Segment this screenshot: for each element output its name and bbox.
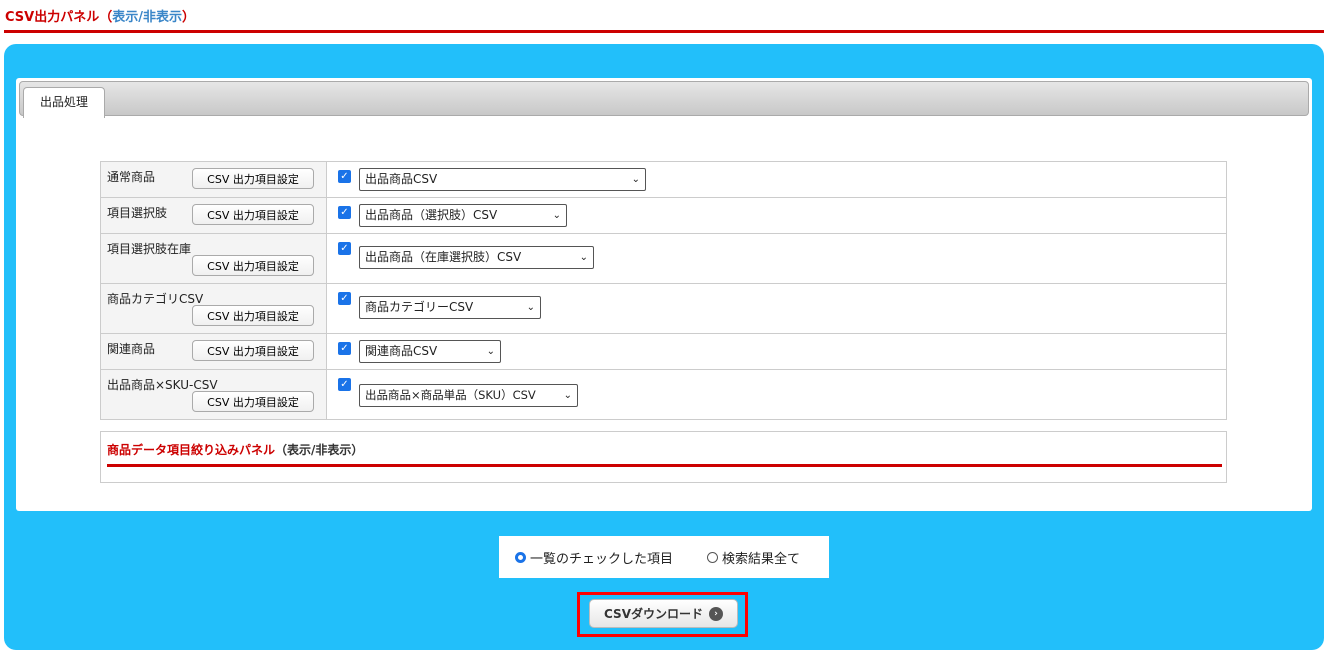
csv-type-select[interactable]: 関連商品CSV ⌄ — [359, 340, 501, 363]
paren: ） — [181, 10, 195, 25]
csv-settings-button[interactable]: CSV 出力項目設定 — [192, 204, 314, 225]
csv-settings-button[interactable]: CSV 出力項目設定 — [192, 168, 314, 189]
select-value: 商品カテゴリーCSV — [365, 300, 474, 314]
checkbox[interactable]: ✓ — [338, 242, 351, 255]
table-row: 通常商品 CSV 出力項目設定 ✓ 出品商品CSV ⌄ — [100, 161, 1227, 198]
radio-unselected-icon[interactable] — [707, 552, 718, 563]
tab-container: 出品処理 通常商品 CSV 出力項目設定 ✓ 出品商品CSV ⌄ 項目選択肢 CSV 出… — [16, 78, 1312, 511]
radio-all-results[interactable]: 検索結果全て — [707, 548, 800, 567]
divider — [4, 30, 1324, 33]
table-row: 出品商品×SKU-CSV CSV 出力項目設定 ✓ 出品商品×商品単品（SKU）CS… — [100, 369, 1227, 420]
title-text: CSV出力パネル — [5, 10, 100, 25]
select-value: 出品商品（選択肢）CSV — [365, 208, 498, 222]
table-row: 商品カテゴリCSV CSV 出力項目設定 ✓ 商品カテゴリーCSV ⌄ — [100, 283, 1227, 334]
row-label: 項目選択肢 — [107, 206, 168, 220]
chevron-down-icon: ⌄ — [563, 390, 572, 401]
csv-type-select[interactable]: 出品商品（在庫選択肢）CSV ⌄ — [359, 246, 594, 269]
csv-download-button[interactable]: CSVダウンロード › — [589, 599, 738, 628]
csv-type-select[interactable]: 商品カテゴリーCSV ⌄ — [359, 296, 541, 319]
panel-title: CSV出力パネル（表示/非表示） — [5, 6, 195, 25]
checkbox[interactable]: ✓ — [338, 342, 351, 355]
chevron-down-icon: ⌄ — [552, 210, 561, 221]
csv-settings-button[interactable]: CSV 出力項目設定 — [192, 305, 314, 326]
tab-bar: 出品処理 — [19, 81, 1309, 118]
table-row: 関連商品 CSV 出力項目設定 ✓ 関連商品CSV ⌄ — [100, 333, 1227, 370]
chevron-down-icon: ⌄ — [526, 302, 535, 313]
row-label: 通常商品 — [107, 170, 156, 184]
csv-table: 通常商品 CSV 出力項目設定 ✓ 出品商品CSV ⌄ 項目選択肢 CSV 出力項目設定… — [100, 161, 1227, 420]
filter-title-text: 商品データ項目絞り込みパネル — [107, 443, 276, 457]
select-value: 出品商品CSV — [365, 172, 438, 186]
radio-label: 一覧のチェックした項目 — [530, 552, 674, 567]
csv-type-select[interactable]: 出品商品CSV ⌄ — [359, 168, 646, 191]
select-value: 関連商品CSV — [365, 344, 438, 358]
radio-label: 検索結果全て — [722, 552, 801, 567]
divider — [107, 464, 1222, 467]
table-row: 項目選択肢在庫 CSV 出力項目設定 ✓ 出品商品（在庫選択肢）CSV ⌄ — [100, 233, 1227, 284]
filter-toggle-link[interactable]: （表示/非表示） — [275, 443, 363, 457]
csv-settings-button[interactable]: CSV 出力項目設定 — [192, 255, 314, 276]
checkbox[interactable]: ✓ — [338, 292, 351, 305]
csv-settings-button[interactable]: CSV 出力項目設定 — [192, 340, 314, 361]
select-value: 出品商品（在庫選択肢）CSV — [365, 250, 522, 264]
checkbox[interactable]: ✓ — [338, 378, 351, 391]
csv-settings-button[interactable]: CSV 出力項目設定 — [192, 391, 314, 412]
checkbox[interactable]: ✓ — [338, 206, 351, 219]
checkbox[interactable]: ✓ — [338, 170, 351, 183]
chevron-down-icon: ⌄ — [486, 346, 495, 357]
chevron-down-icon: ⌄ — [579, 252, 588, 263]
radio-checked-items[interactable]: 一覧のチェックした項目 — [515, 548, 673, 567]
row-label: 商品カテゴリCSV — [107, 292, 204, 306]
row-label: 項目選択肢在庫 — [107, 242, 192, 256]
radio-selected-icon[interactable] — [515, 552, 526, 563]
filter-panel: 商品データ項目絞り込みパネル（表示/非表示） — [100, 431, 1227, 483]
filter-title: 商品データ項目絞り込みパネル（表示/非表示） — [107, 441, 363, 458]
csv-type-select[interactable]: 出品商品（選択肢）CSV ⌄ — [359, 204, 567, 227]
export-scope-radio-group: 一覧のチェックした項目 検索結果全て — [499, 536, 829, 578]
paren: （ — [99, 10, 113, 25]
chevron-right-icon: › — [708, 606, 723, 621]
chevron-down-icon: ⌄ — [631, 174, 640, 185]
select-value: 出品商品×商品単品（SKU）CSV — [365, 388, 536, 402]
csv-type-select[interactable]: 出品商品×商品単品（SKU）CSV ⌄ — [359, 384, 578, 407]
tab-shipping[interactable]: 出品処理 — [23, 87, 105, 118]
table-row: 項目選択肢 CSV 出力項目設定 ✓ 出品商品（選択肢）CSV ⌄ — [100, 197, 1227, 234]
button-label: CSVダウンロード — [604, 607, 703, 621]
toggle-link[interactable]: 表示/非表示 — [112, 10, 182, 25]
row-label: 関連商品 — [107, 342, 156, 356]
